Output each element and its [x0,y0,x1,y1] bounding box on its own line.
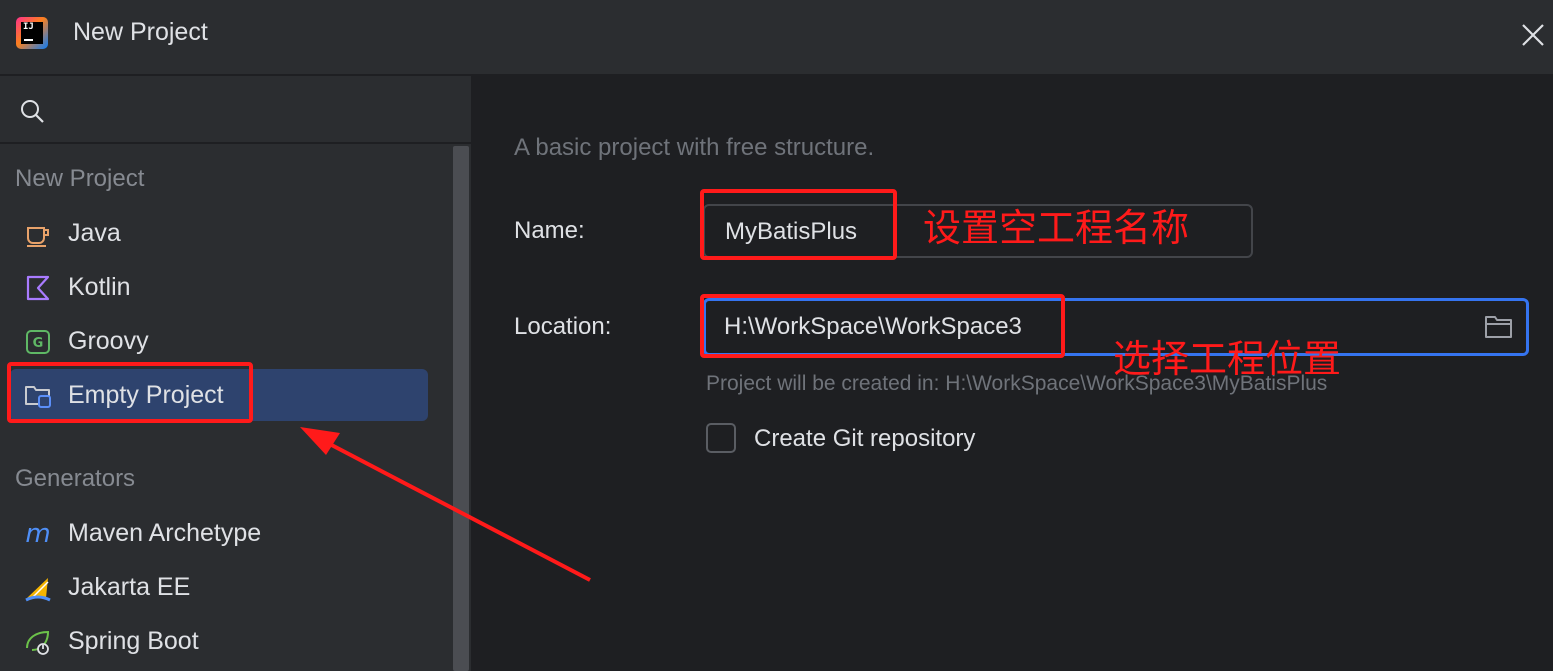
search-icon[interactable] [19,98,45,124]
sidebar-scrollbar[interactable] [453,146,469,671]
create-git-repository-label: Create Git repository [754,425,976,452]
sidebar-item-label: Maven Archetype [68,519,262,547]
svg-text:m: m [25,520,50,548]
location-label: Location: [514,313,612,340]
name-highlight-box [700,189,897,260]
project-settings-panel: A basic project with free structure. Nam… [473,76,1553,671]
section-new-project: New Project [15,165,145,192]
folder-icon[interactable] [1484,314,1514,340]
title-bar: IJ New Project [0,0,1553,76]
sidebar-item-label: Jakarta EE [68,573,191,601]
sidebar-item-label: Kotlin [68,273,131,301]
svg-text:G: G [33,336,44,351]
project-description: A basic project with free structure. [514,134,875,161]
java-icon [27,227,49,247]
sidebar-item-kotlin[interactable]: Kotlin [10,261,428,313]
sidebar-item-label: Java [68,219,121,247]
sidebar-item-label: Groovy [68,327,149,355]
maven-icon: m [25,520,50,548]
location-annotation: 选择工程位置 [1113,337,1342,381]
window-title: New Project [73,18,208,46]
sidebar-item-groovy[interactable]: G Groovy [10,315,428,367]
create-git-repository-checkbox[interactable] [706,423,736,453]
jakarta-icon [25,578,51,602]
sidebar-item-label: Spring Boot [68,627,199,655]
sidebar-item-java[interactable]: Java [10,207,428,259]
section-generators: Generators [15,465,136,492]
close-icon[interactable] [1516,18,1550,52]
sidebar-item-maven-archetype[interactable]: m Maven Archetype [10,507,428,559]
sidebar-item-jakarta-ee[interactable]: Jakarta EE [10,561,428,613]
kotlin-icon [26,275,50,301]
sidebar-item-spring-boot[interactable]: Spring Boot [10,615,428,667]
groovy-icon: G [26,330,50,354]
name-annotation: 设置空工程名称 [923,206,1190,250]
empty-project-highlight-box [7,362,253,423]
name-label: Name: [514,217,585,244]
intellij-logo-icon: IJ [16,17,48,49]
sidebar-search[interactable] [0,76,471,144]
spring-boot-icon [26,630,50,655]
location-highlight-box [700,294,1065,358]
